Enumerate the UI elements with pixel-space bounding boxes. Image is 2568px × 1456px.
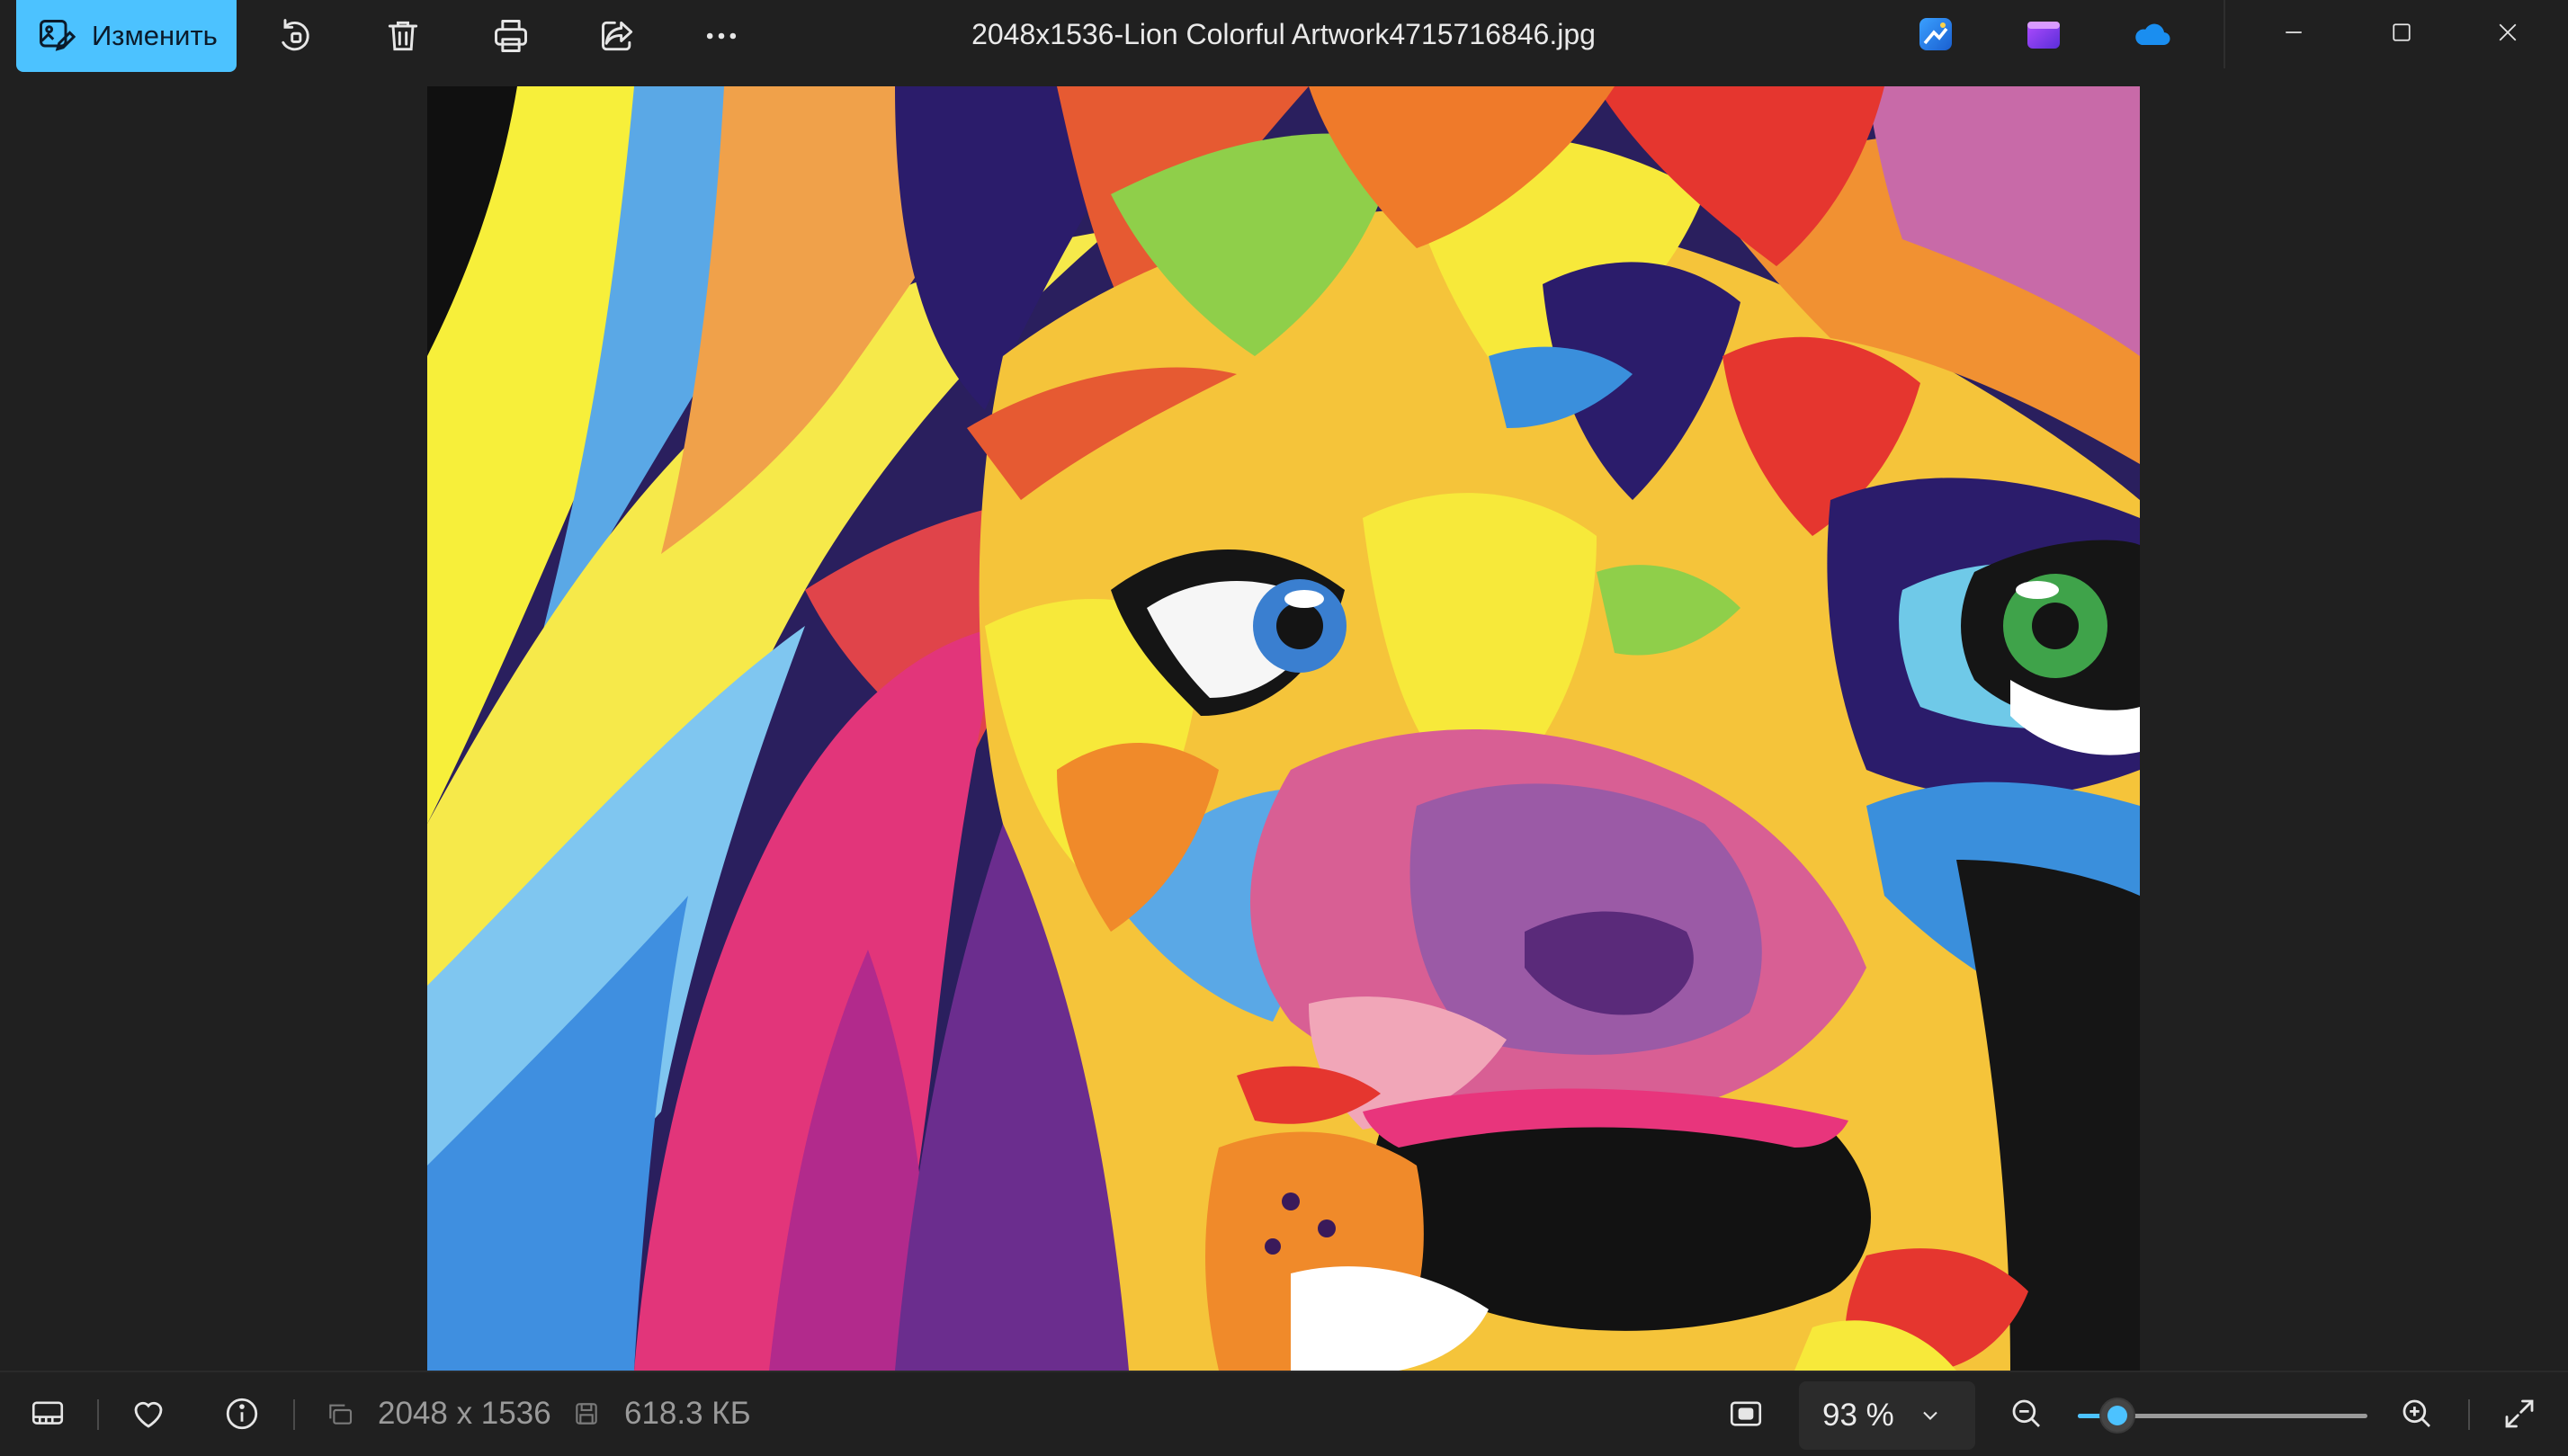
fit-screen-icon bbox=[1730, 1401, 1762, 1426]
filmstrip-button[interactable] bbox=[16, 1385, 79, 1443]
minimize-icon bbox=[2286, 31, 2302, 33]
save-disk-icon bbox=[576, 1403, 597, 1425]
zoom-slider[interactable] bbox=[2078, 1398, 2367, 1434]
info-icon bbox=[226, 1398, 258, 1430]
fullscreen-button[interactable] bbox=[2488, 1385, 2551, 1443]
close-icon bbox=[2499, 23, 2517, 41]
zoom-in-button[interactable] bbox=[2385, 1385, 2448, 1443]
share-button[interactable] bbox=[591, 11, 645, 61]
info-button[interactable] bbox=[210, 1385, 273, 1443]
image-viewer[interactable] bbox=[0, 86, 2568, 1371]
clipchamp-app-icon[interactable] bbox=[2022, 13, 2065, 56]
onedrive-app-icon[interactable] bbox=[2130, 13, 2173, 56]
minimize-button[interactable] bbox=[2243, 0, 2344, 65]
chevron-down-icon bbox=[1923, 1411, 1937, 1420]
title-bar: Изменить 2048x1536-Lion Colorful Artwork… bbox=[0, 0, 2568, 86]
expand-icon bbox=[2505, 1399, 2534, 1428]
print-icon bbox=[495, 20, 527, 52]
status-separator bbox=[2468, 1399, 2470, 1430]
maximize-button[interactable] bbox=[2351, 0, 2452, 65]
fit-to-window-button[interactable] bbox=[1714, 1385, 1777, 1443]
dimensions-text: 2048 x 1536 bbox=[378, 1396, 551, 1431]
close-button[interactable] bbox=[2457, 0, 2558, 65]
share-icon bbox=[602, 21, 633, 51]
rotate-icon bbox=[282, 19, 309, 51]
zoom-slider-thumb[interactable] bbox=[2101, 1399, 2134, 1432]
edit-button-label: Изменить bbox=[92, 20, 218, 51]
print-button[interactable] bbox=[484, 11, 538, 61]
zoom-level-dropdown[interactable]: 93 % bbox=[1799, 1381, 1975, 1450]
status-bar: 2048 x 1536 618.3 КБ 93 % bbox=[0, 1371, 2568, 1456]
zoom-out-icon bbox=[2012, 1399, 2040, 1427]
edit-image-icon bbox=[40, 20, 76, 51]
lion-artwork-image bbox=[427, 86, 2140, 1371]
zoom-level-text: 93 % bbox=[1822, 1398, 1894, 1433]
rotate-button[interactable] bbox=[268, 11, 322, 61]
zoom-in-icon bbox=[2402, 1399, 2430, 1427]
dimensions-icon bbox=[329, 1404, 353, 1425]
filmstrip-icon bbox=[31, 1401, 64, 1425]
zoom-out-button[interactable] bbox=[1995, 1385, 2058, 1443]
photo-editor-app-icon[interactable] bbox=[1914, 13, 1957, 56]
favorite-button[interactable] bbox=[117, 1385, 180, 1443]
heart-icon bbox=[134, 1401, 163, 1428]
file-size-text: 618.3 КБ bbox=[624, 1396, 751, 1431]
status-separator bbox=[293, 1399, 295, 1430]
title-bar-separator bbox=[2224, 0, 2225, 68]
file-title: 2048x1536-Lion Colorful Artwork471571684… bbox=[971, 17, 1596, 50]
maximize-icon bbox=[2393, 23, 2411, 41]
image-dimensions: 2048 x 1536 bbox=[326, 1392, 551, 1435]
delete-icon bbox=[388, 21, 418, 51]
status-separator bbox=[97, 1399, 99, 1430]
delete-button[interactable] bbox=[376, 11, 430, 61]
edit-button[interactable]: Изменить bbox=[16, 0, 237, 72]
file-size: 618.3 КБ bbox=[572, 1392, 751, 1435]
